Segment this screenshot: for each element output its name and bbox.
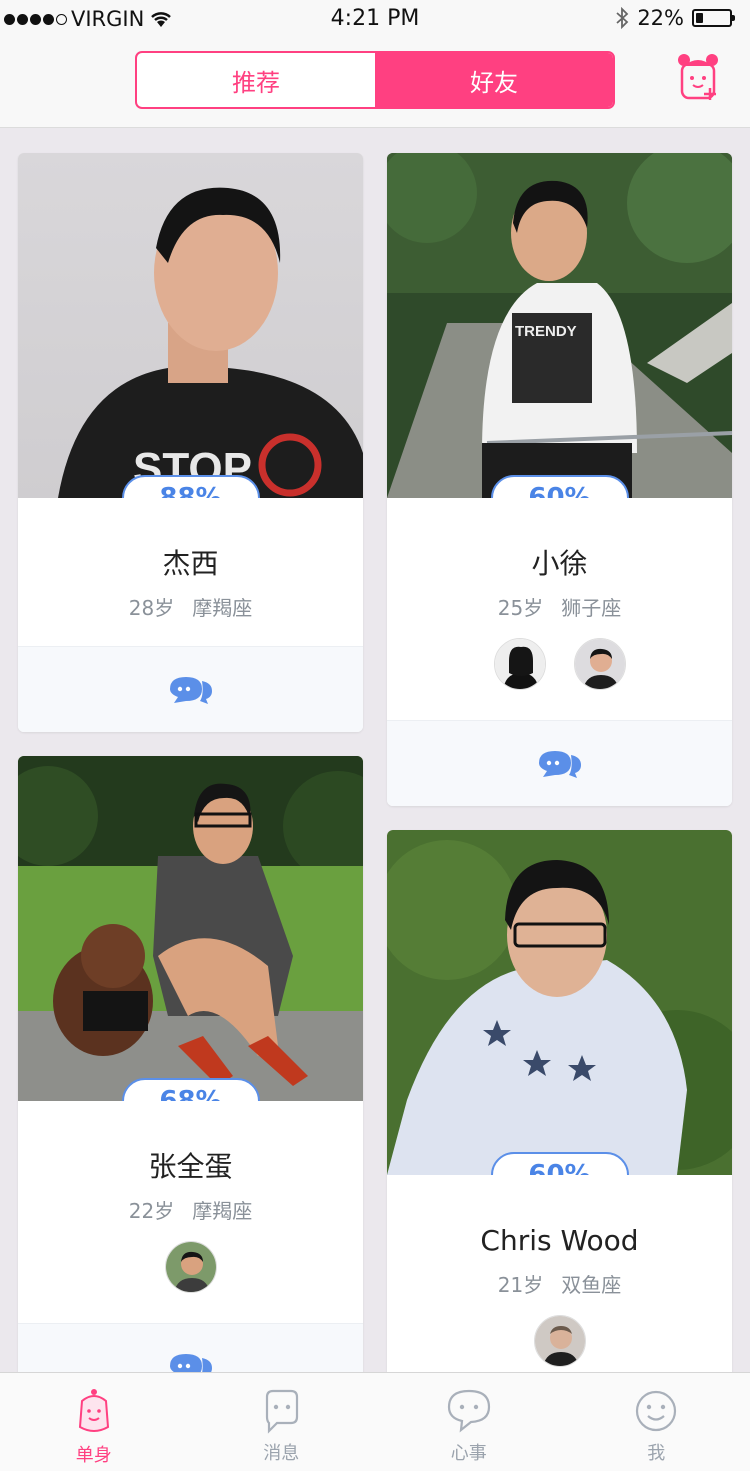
card-footer — [18, 646, 363, 732]
mutual-friends — [387, 1315, 732, 1367]
single-icon — [78, 1389, 109, 1432]
user-photo[interactable]: STOP 88% — [18, 153, 363, 498]
mutual-friends — [387, 638, 732, 690]
user-meta: 21岁 双鱼座 — [387, 1269, 732, 1297]
user-sign: 狮子座 — [561, 596, 622, 620]
heart-talk-icon — [447, 1389, 490, 1433]
user-name: 杰西 — [162, 547, 219, 580]
match-percent: 60% — [490, 475, 629, 498]
battery-icon — [692, 9, 735, 27]
add-friend-icon — [678, 54, 718, 100]
user-meta: 22岁 摩羯座 — [18, 1195, 363, 1223]
tab-label: 消息 — [263, 1443, 300, 1464]
tab-me[interactable]: 我 — [563, 1373, 750, 1471]
user-meta: 28岁 摩羯座 — [18, 592, 363, 620]
me-icon — [636, 1390, 677, 1432]
bluetooth-icon — [616, 7, 629, 29]
segment-control: 推荐 好友 — [135, 51, 615, 109]
tab-label: 心事 — [450, 1443, 487, 1464]
svg-text:TRENDY: TRENDY — [515, 323, 577, 340]
friend-avatar[interactable] — [573, 638, 626, 690]
top-header: VIRGIN 4:21 PM 22% 推荐 好友 — [0, 0, 750, 128]
user-age: 28岁 — [128, 596, 175, 620]
user-meta: 25岁 狮子座 — [387, 592, 732, 620]
tab-messages[interactable]: 消息 — [188, 1373, 376, 1471]
user-name: 小徐 — [531, 547, 588, 580]
message-icon — [266, 1389, 299, 1434]
match-percent: 88% — [121, 475, 260, 498]
user-sign: 双鱼座 — [561, 1273, 622, 1297]
friend-avatar[interactable] — [164, 1241, 217, 1293]
card-footer — [387, 720, 732, 806]
tab-friends[interactable]: 好友 — [375, 53, 613, 107]
match-percent: 68% — [121, 1078, 260, 1101]
user-photo[interactable]: 68% — [18, 756, 363, 1101]
user-photo[interactable]: TRENDY 60% — [387, 153, 732, 498]
user-card[interactable]: 68% 张全蛋 22岁 摩羯座 — [18, 756, 363, 1409]
user-sign: 摩羯座 — [192, 1199, 253, 1223]
chat-icon[interactable] — [537, 749, 583, 779]
add-friend-button[interactable] — [676, 52, 720, 106]
status-right: 22% — [615, 6, 735, 30]
user-card[interactable]: STOP 88% 杰西 28岁 摩羯座 — [18, 153, 363, 732]
battery-percent: 22% — [637, 6, 684, 30]
user-age: 21岁 — [497, 1273, 544, 1297]
tab-label: 单身 — [75, 1445, 112, 1466]
user-photo[interactable]: 60% — [387, 830, 732, 1175]
user-card[interactable]: TRENDY 60% 小徐 25岁 狮子座 — [387, 153, 732, 806]
friend-avatar[interactable] — [493, 638, 546, 690]
user-sign: 摩羯座 — [192, 596, 253, 620]
friend-avatar[interactable] — [533, 1315, 586, 1367]
bottom-tab-bar: 单身 消息 心事 我 — [0, 1372, 750, 1471]
user-name: 张全蛋 — [148, 1150, 233, 1183]
mutual-friends — [18, 1241, 363, 1293]
chat-icon[interactable] — [168, 675, 214, 705]
tab-label: 我 — [647, 1443, 666, 1464]
user-age: 22岁 — [128, 1199, 175, 1223]
match-percent: 60% — [490, 1152, 629, 1175]
tab-heart-talk[interactable]: 心事 — [375, 1373, 563, 1471]
tab-single[interactable]: 单身 — [0, 1373, 188, 1471]
user-age: 25岁 — [497, 596, 544, 620]
status-bar: VIRGIN 4:21 PM 22% — [0, 0, 750, 40]
user-name: Chris Wood — [480, 1224, 639, 1257]
tab-recommend[interactable]: 推荐 — [137, 53, 375, 107]
